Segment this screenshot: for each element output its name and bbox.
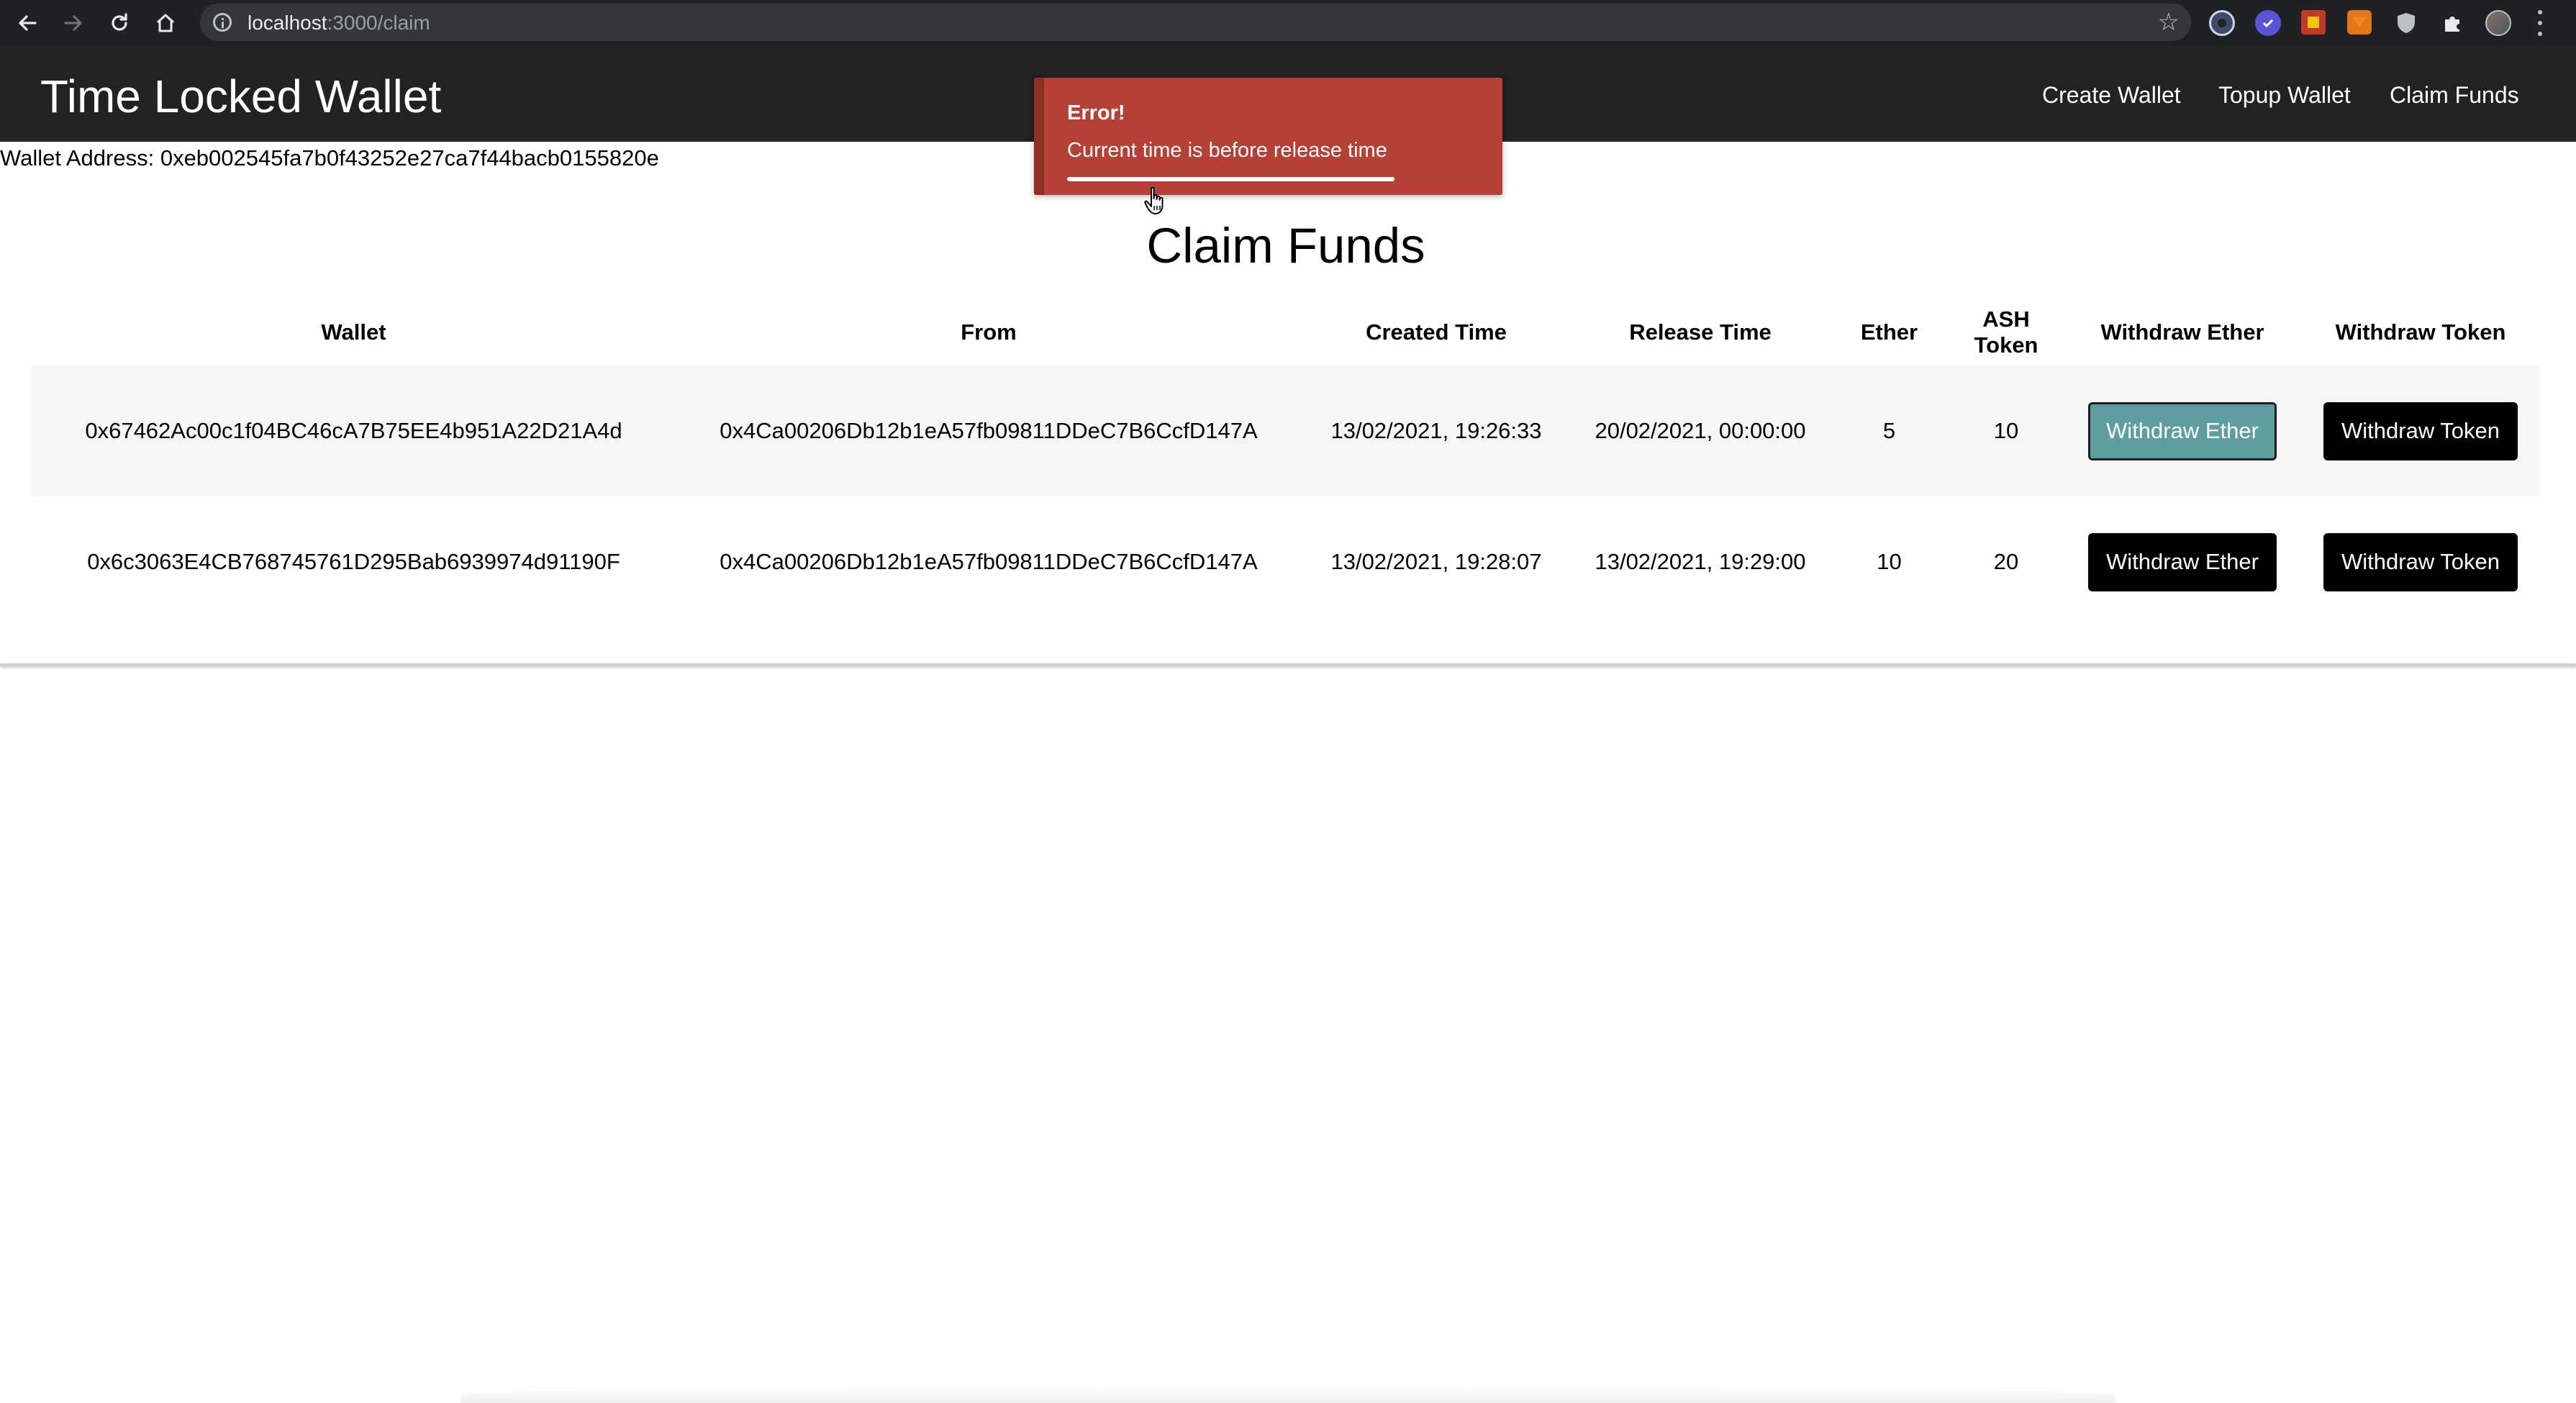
from-cell: 0x4Ca00206Db12b1eA57fb09811DDeC7B6CcfD14…	[676, 496, 1302, 627]
column-header-wallet: Wallet	[321, 319, 386, 345]
column-header-withdraw-ether: Withdraw Ether	[2100, 319, 2264, 345]
table-row: 0x67462Ac00c1f04BC46cA7B75EE4b951A22D21A…	[32, 365, 2540, 496]
address-bar[interactable]: localhost:3000/claim ☆	[200, 4, 2191, 41]
nav-create-wallet[interactable]: Create Wallet	[2042, 82, 2181, 108]
url-path: :3000/claim	[327, 12, 430, 34]
withdraw-token-cell: Withdraw Token	[2301, 365, 2540, 496]
error-toast[interactable]: Error! Current time is before release ti…	[1034, 78, 1502, 195]
wallet-cell: 0x67462Ac00c1f04BC46cA7B75EE4b951A22D21A…	[32, 365, 676, 496]
kebab-menu-icon[interactable]	[2536, 10, 2544, 36]
shield-icon[interactable]	[2393, 10, 2419, 36]
ash-token-cell: 10	[1949, 365, 2064, 496]
column-header-ether: Ether	[1860, 319, 1918, 345]
wallet-address: Wallet Address: 0xeb002545fa7b0f43252e27…	[0, 145, 659, 171]
home-icon	[156, 14, 175, 32]
star-icon[interactable]: ☆	[2158, 9, 2180, 35]
metamask-fox-icon[interactable]	[2347, 10, 2372, 35]
profile-avatar-icon[interactable]	[2485, 10, 2511, 36]
page-title: Claim Funds	[1146, 218, 1425, 273]
withdraw-ether-button[interactable]: Withdraw Ether	[2088, 401, 2277, 460]
ether-cell: 5	[1830, 365, 1949, 496]
created-time-cell: 13/02/2021, 19:28:07	[1302, 496, 1571, 627]
claims-table: Wallet From Created Time Release Time Et…	[32, 299, 2540, 627]
forward-button[interactable]	[59, 9, 88, 37]
content-divider	[0, 663, 2576, 666]
nav-claim-funds[interactable]: Claim Funds	[2390, 82, 2519, 108]
toast-message: Current time is before release time	[1067, 139, 1387, 162]
withdraw-token-button[interactable]: Withdraw Token	[2323, 532, 2518, 591]
toast-title: Error!	[1067, 101, 1125, 124]
reload-button[interactable]	[105, 9, 134, 37]
withdraw-ether-button[interactable]: Withdraw Ether	[2088, 532, 2277, 591]
column-header-withdraw-token: Withdraw Token	[2335, 319, 2506, 345]
toast-accent-stripe	[1034, 78, 1044, 195]
table-row: 0x6c3063E4CB768745761D295Bab6939974d9119…	[32, 496, 2540, 627]
extension-1-icon[interactable]	[2209, 10, 2235, 36]
wallet-cell: 0x6c3063E4CB768745761D295Bab6939974d9119…	[32, 496, 676, 627]
url-host: localhost	[248, 12, 327, 34]
column-header-from: From	[961, 319, 1017, 345]
toast-progress-bar	[1067, 177, 1394, 181]
ash-token-cell: 20	[1949, 496, 2064, 627]
reload-icon	[112, 13, 127, 31]
nav-topup-wallet[interactable]: Topup Wallet	[2218, 82, 2351, 108]
table-header-row: Wallet From Created Time Release Time Et…	[32, 299, 2540, 365]
withdraw-token-button[interactable]: Withdraw Token	[2323, 401, 2518, 460]
url-text[interactable]: localhost:3000/claim	[248, 13, 430, 33]
from-cell: 0x4Ca00206Db12b1eA57fb09811DDeC7B6CcfD14…	[676, 365, 1302, 496]
info-icon[interactable]	[213, 13, 232, 32]
column-header-created-time: Created Time	[1366, 319, 1507, 345]
arrow-right-icon	[64, 15, 82, 31]
release-time-cell: 13/02/2021, 19:29:00	[1571, 496, 1830, 627]
home-button[interactable]	[151, 9, 180, 37]
withdraw-ether-cell: Withdraw Ether	[2064, 365, 2301, 496]
extension-3-icon[interactable]	[2301, 10, 2326, 35]
release-time-cell: 20/02/2021, 00:00:00	[1571, 365, 1830, 496]
hand-cursor-icon	[1144, 186, 1164, 214]
created-time-cell: 13/02/2021, 19:26:33	[1302, 365, 1571, 496]
window-bottom-shadow	[461, 1387, 2115, 1403]
browser-toolbar: localhost:3000/claim ☆	[0, 0, 2576, 46]
puzzle-icon[interactable]	[2439, 10, 2465, 36]
column-header-ash-token: ASH Token	[1974, 307, 2038, 358]
withdraw-token-cell: Withdraw Token	[2301, 496, 2540, 627]
withdraw-ether-cell: Withdraw Ether	[2064, 496, 2301, 627]
app-title[interactable]: Time Locked Wallet	[40, 71, 441, 122]
back-button[interactable]	[13, 9, 42, 37]
column-header-release-time: Release Time	[1629, 319, 1772, 345]
arrow-left-icon	[19, 15, 37, 31]
extension-2-icon[interactable]	[2255, 10, 2281, 36]
ether-cell: 10	[1830, 496, 1949, 627]
